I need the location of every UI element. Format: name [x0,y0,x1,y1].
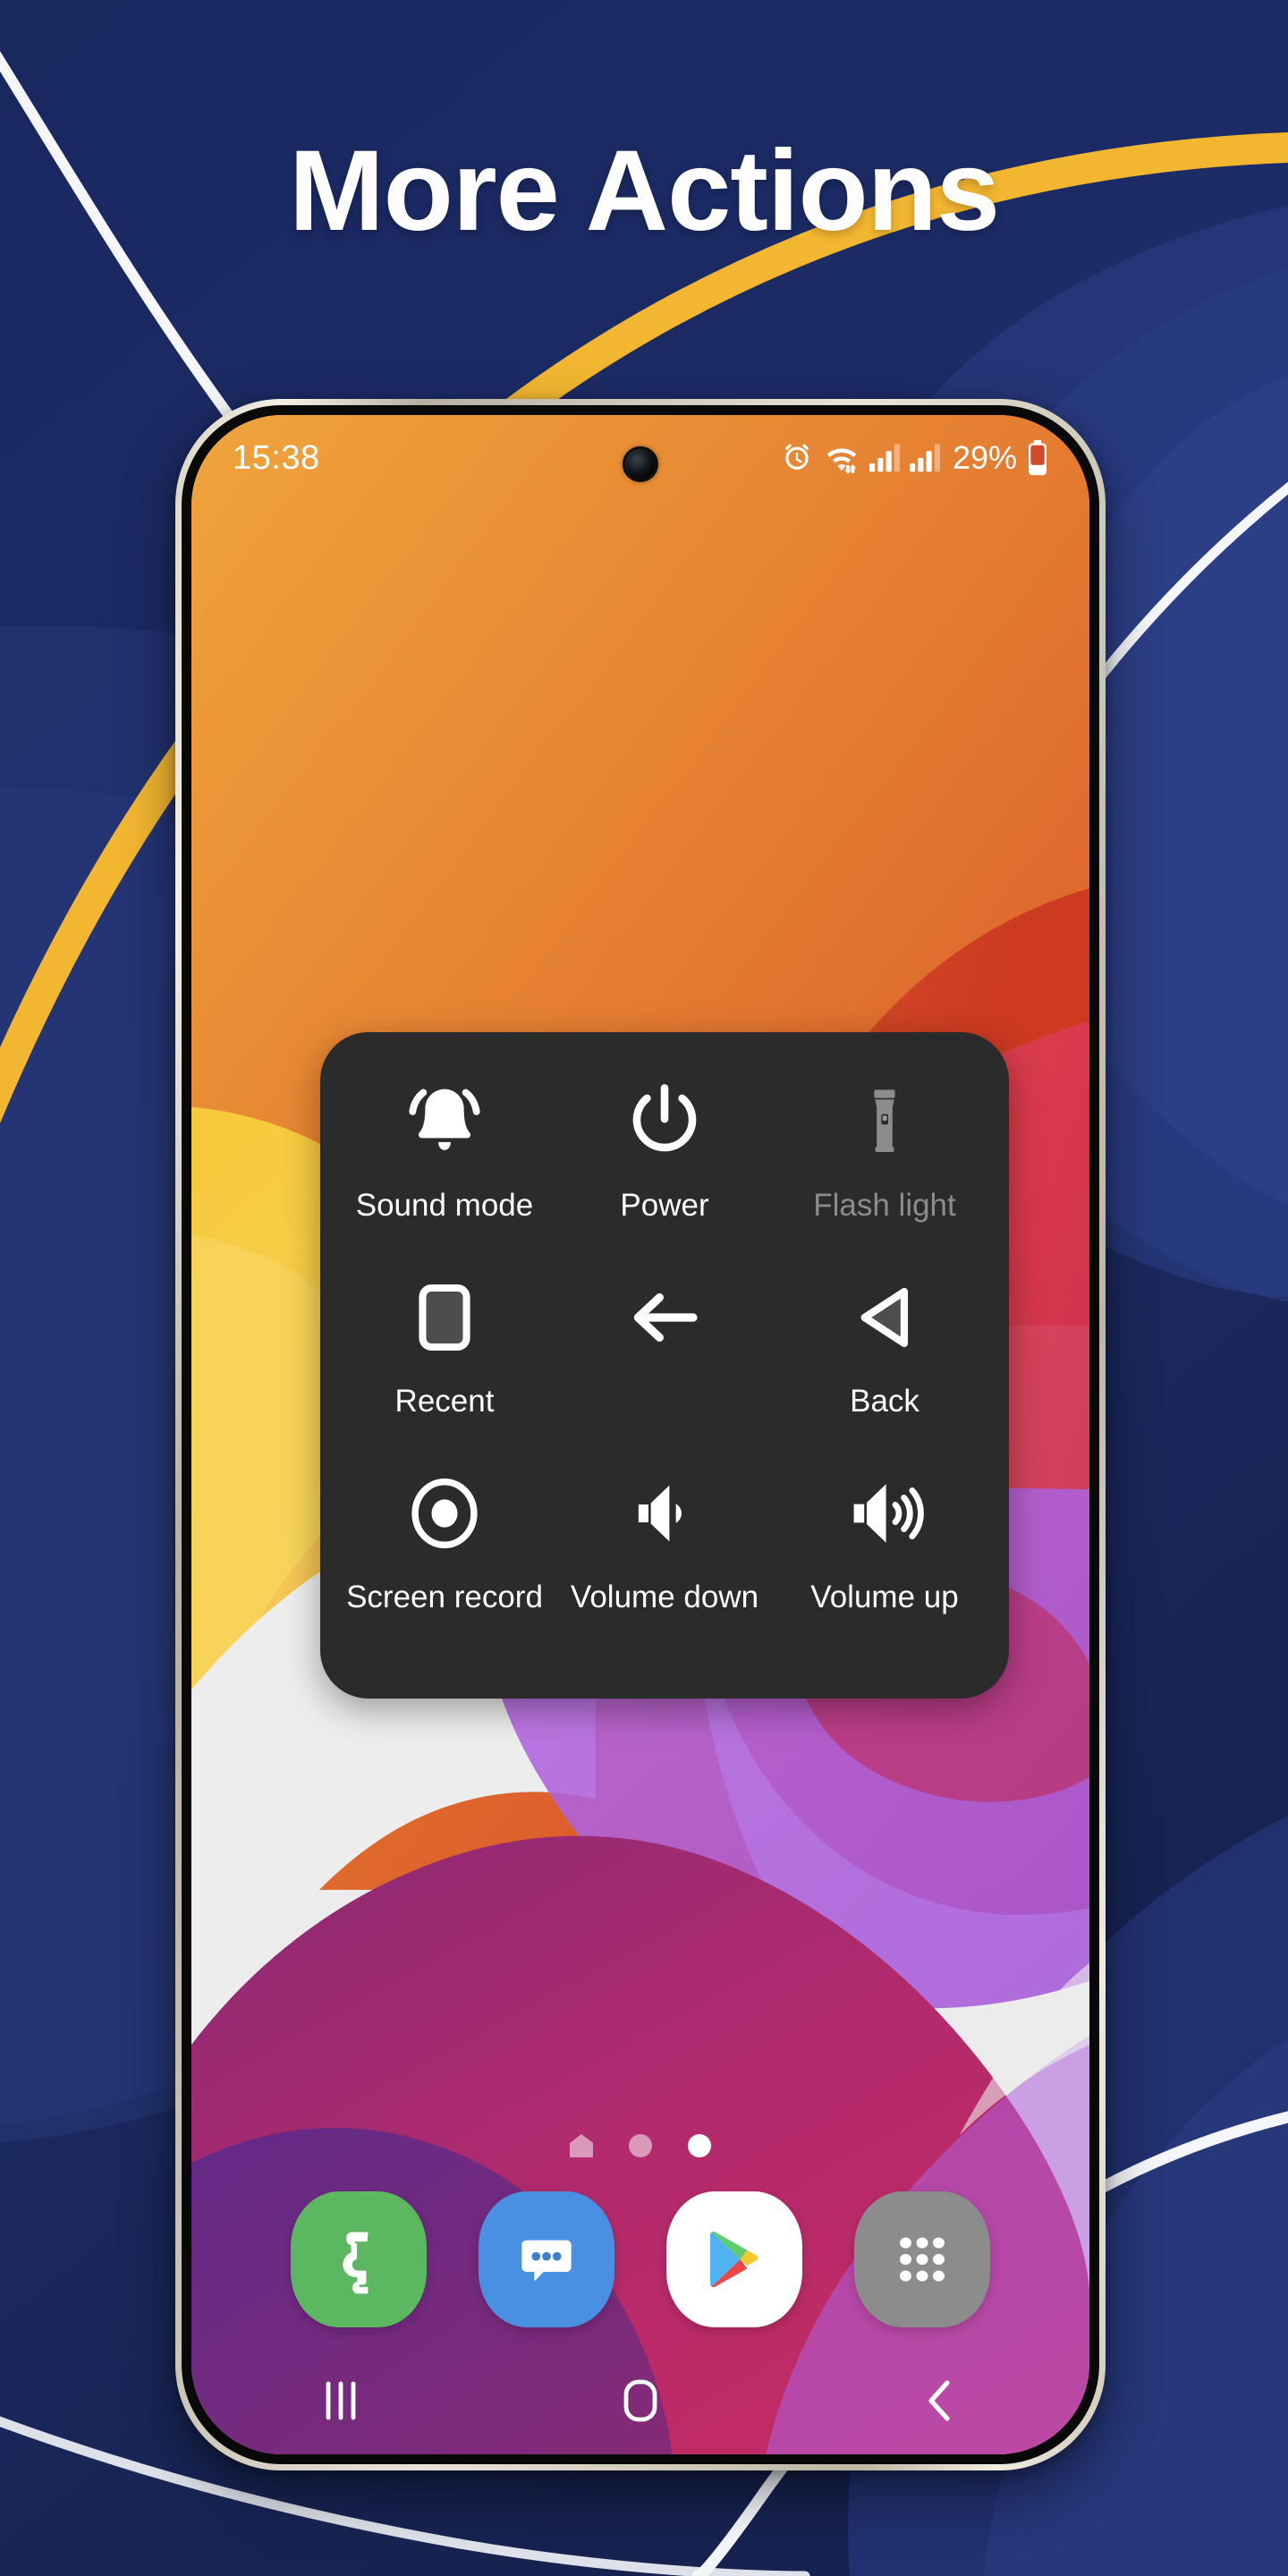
action-label: Back [850,1384,919,1419]
action-flash-light[interactable]: Flash light [775,1075,995,1221]
front-camera-punchhole-icon [625,449,656,479]
bell-icon [401,1075,488,1168]
battery-percentage: 29% [952,439,1017,476]
home-dock [191,2179,1089,2340]
flashlight-icon [842,1075,928,1168]
action-label: Sound mode [355,1188,534,1223]
action-volume-up[interactable]: Volume up [775,1467,995,1613]
rounded-rect-icon [622,2377,659,2424]
arrow-left-icon [622,1271,708,1364]
action-arrow-left[interactable] [555,1271,775,1385]
phone-bezel: 15:38 29% Sound mode Power Flash light R… [182,405,1099,2464]
more-actions-panel: Sound mode Power Flash light Recent Back… [320,1032,1009,1699]
page-indicator-dot[interactable] [629,2134,652,2157]
volume-up-icon [842,1467,928,1560]
action-power[interactable]: Power [555,1075,775,1221]
page-indicator-dot-active[interactable] [688,2134,711,2157]
action-screen-record[interactable]: Screen record [335,1467,555,1613]
home-nav-button[interactable] [491,2377,791,2424]
app-drawer-icon[interactable] [854,2191,990,2327]
messages-app-icon[interactable] [479,2191,614,2327]
page-indicator-home[interactable] [570,2134,593,2157]
signal-bars-sim2-icon [909,441,940,475]
navigation-bar [191,2347,1089,2454]
battery-icon [1027,440,1048,476]
action-recent[interactable]: Recent [335,1271,555,1417]
action-sound-mode[interactable]: Sound mode [335,1075,555,1221]
recent-square-icon [403,1271,486,1364]
action-label: Flash light [813,1188,956,1223]
phone-device-mockup: 15:38 29% Sound mode Power Flash light R… [175,399,1106,2470]
back-nav-button[interactable] [790,2377,1089,2424]
page-title: More Actions [289,127,1000,255]
alarm-icon [780,441,814,475]
signal-bars-sim1-icon [869,441,900,475]
volume-down-icon [623,1467,706,1560]
actions-row: Screen record Volume down Volume up [335,1467,995,1663]
recents-nav-button[interactable] [191,2378,491,2423]
chevron-left-icon [922,2377,958,2424]
action-back[interactable]: Back [775,1271,995,1417]
action-volume-down[interactable]: Volume down [555,1467,775,1613]
actions-row: Recent Back [335,1271,995,1467]
back-triangle-icon [843,1271,927,1364]
action-label: Power [620,1188,709,1223]
action-label: Volume down [570,1580,759,1614]
phone-screen: 15:38 29% Sound mode Power Flash light R… [191,415,1089,2454]
play-store-app-icon[interactable] [666,2191,802,2327]
three-bars-icon [321,2378,360,2423]
status-icon-group: 29% [780,439,1048,477]
screen-record-icon [402,1467,487,1560]
page-indicator [191,2134,1089,2157]
action-label: Recent [394,1384,495,1419]
power-icon [621,1075,708,1168]
action-label: Screen record [346,1580,543,1614]
phone-app-icon[interactable] [291,2191,427,2327]
status-clock: 15:38 [233,438,320,477]
actions-row: Sound mode Power Flash light [335,1075,995,1271]
action-label: Volume up [810,1580,959,1614]
wifi-icon [824,441,860,475]
